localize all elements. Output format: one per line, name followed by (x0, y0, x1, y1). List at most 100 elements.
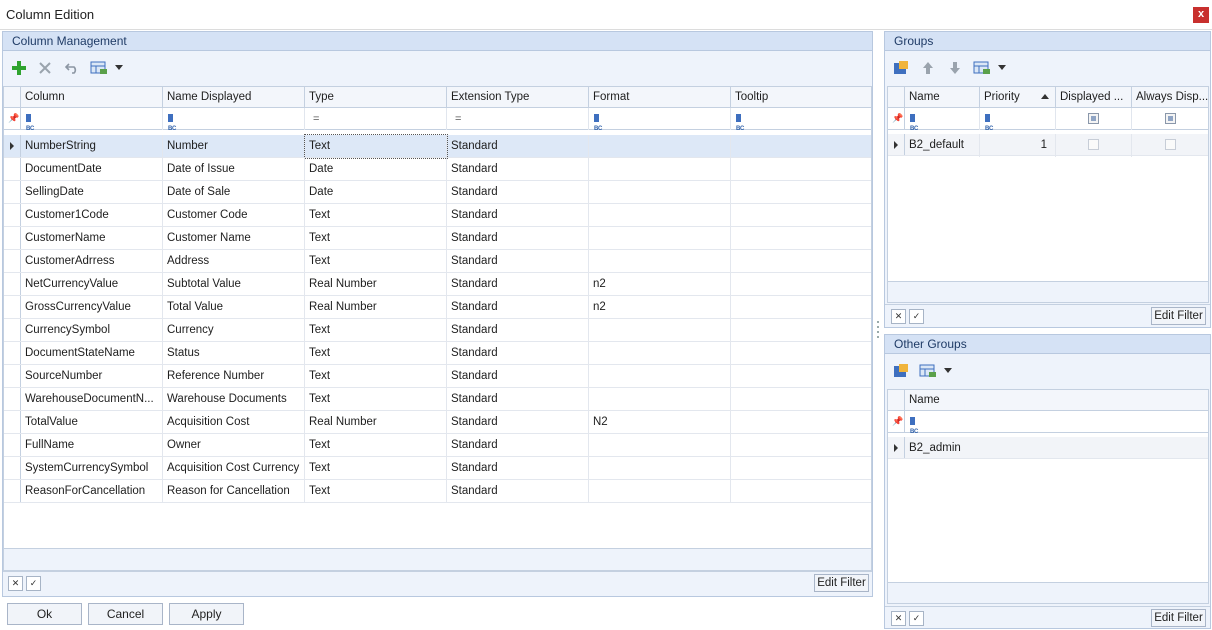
format-cell[interactable]: N2 (589, 411, 731, 434)
type-cell[interactable]: Text (305, 204, 447, 227)
table-row[interactable]: NumberString Number Text Standard (4, 134, 871, 159)
format-cell[interactable] (589, 342, 731, 365)
type-cell[interactable]: Text (304, 134, 448, 159)
tooltip-cell[interactable] (731, 411, 871, 434)
dropdown-arrow-icon[interactable] (939, 362, 957, 380)
tooltip-cell[interactable] (731, 273, 871, 296)
name-displayed-cell[interactable]: Customer Name (163, 227, 305, 250)
type-cell[interactable]: Real Number (305, 296, 447, 319)
name-displayed-cell[interactable]: Owner (163, 434, 305, 457)
table-row[interactable]: B2_default 1 (888, 134, 1208, 157)
header-name-displayed[interactable]: Name Displayed (163, 87, 305, 108)
tooltip-cell[interactable] (731, 388, 871, 411)
tooltip-cell[interactable] (731, 181, 871, 204)
type-cell[interactable]: Text (305, 227, 447, 250)
column-cell[interactable]: WarehouseDocumentN... (21, 388, 163, 411)
format-cell[interactable] (589, 457, 731, 480)
table-row[interactable]: ReasonForCancellation Reason for Cancella… (4, 480, 871, 503)
column-cell[interactable]: DocumentDate (21, 158, 163, 181)
column-cell[interactable]: ReasonForCancellation (21, 480, 163, 503)
filter-enabled-checkbox[interactable]: ✓ (26, 576, 41, 591)
displayed-checkbox[interactable] (1088, 139, 1099, 150)
table-row[interactable]: CustomerName Customer Name Text Standard (4, 227, 871, 250)
column-cell[interactable]: Customer1Code (21, 204, 163, 227)
type-cell[interactable]: Text (305, 342, 447, 365)
extension-type-cell[interactable]: Standard (447, 457, 589, 480)
format-cell[interactable] (589, 158, 731, 181)
type-cell[interactable]: Text (305, 388, 447, 411)
name-displayed-cell[interactable]: Warehouse Documents (163, 388, 305, 411)
type-cell[interactable]: Text (305, 365, 447, 388)
filter-type[interactable]: = (305, 108, 447, 130)
always-displayed-checkbox[interactable] (1165, 139, 1176, 150)
assign-group-icon[interactable] (892, 362, 910, 380)
header-displayed[interactable]: Displayed ... (1056, 87, 1132, 108)
header-type[interactable]: Type (305, 87, 447, 108)
format-cell[interactable] (589, 434, 731, 457)
move-down-icon[interactable] (946, 59, 964, 77)
other-groups-edit-filter-button[interactable]: Edit Filter (1151, 609, 1206, 627)
format-cell[interactable] (589, 250, 731, 273)
header-tooltip[interactable]: Tooltip (731, 87, 871, 108)
table-row[interactable]: SystemCurrencySymbol Acquisition Cost Cur… (4, 457, 871, 480)
displayed-filter-checkbox[interactable] (1088, 113, 1099, 124)
header-name[interactable]: Name (905, 390, 1208, 411)
table-row[interactable]: SourceNumber Reference Number Text Standard (4, 365, 871, 388)
name-displayed-cell[interactable]: Subtotal Value (163, 273, 305, 296)
grid-layout-icon[interactable] (973, 59, 991, 77)
column-cell[interactable]: DocumentStateName (21, 342, 163, 365)
clear-filter-icon[interactable]: ✕ (8, 576, 23, 591)
format-cell[interactable] (589, 135, 731, 158)
name-displayed-cell[interactable]: Currency (163, 319, 305, 342)
tooltip-cell[interactable] (731, 135, 871, 158)
filter-always[interactable] (1132, 108, 1208, 130)
name-displayed-cell[interactable]: Reason for Cancellation (163, 480, 305, 503)
column-cell[interactable]: SellingDate (21, 181, 163, 204)
dropdown-arrow-icon[interactable] (110, 59, 128, 77)
extension-type-cell[interactable]: Standard (447, 319, 589, 342)
name-displayed-cell[interactable]: Date of Sale (163, 181, 305, 204)
filter-tooltip[interactable]: BC (731, 108, 871, 132)
table-row[interactable]: DocumentDate Date of Issue Date Standard (4, 158, 871, 181)
extension-type-cell[interactable]: Standard (447, 227, 589, 250)
column-cell[interactable]: TotalValue (21, 411, 163, 434)
assign-group-icon[interactable] (892, 59, 910, 77)
tooltip-cell[interactable] (731, 250, 871, 273)
format-cell[interactable] (589, 181, 731, 204)
table-row[interactable]: CustomerAdrress Address Text Standard (4, 250, 871, 273)
filter-group-name[interactable]: BC (905, 108, 980, 132)
table-row[interactable]: SellingDate Date of Sale Date Standard (4, 181, 871, 204)
type-cell[interactable]: Real Number (305, 411, 447, 434)
name-displayed-cell[interactable]: Customer Code (163, 204, 305, 227)
filter-priority[interactable]: BC (980, 108, 1056, 132)
extension-type-cell[interactable]: Standard (447, 434, 589, 457)
column-cell[interactable]: CurrencySymbol (21, 319, 163, 342)
column-cell[interactable]: NumberString (21, 135, 163, 158)
group-priority-cell[interactable]: 1 (980, 134, 1056, 157)
ok-button[interactable]: Ok (7, 603, 82, 625)
name-displayed-cell[interactable]: Total Value (163, 296, 305, 319)
filter-column[interactable]: BC (21, 108, 163, 132)
tooltip-cell[interactable] (731, 296, 871, 319)
extension-type-cell[interactable]: Standard (447, 296, 589, 319)
column-cell[interactable]: NetCurrencyValue (21, 273, 163, 296)
header-column[interactable]: Column (21, 87, 163, 108)
type-cell[interactable]: Text (305, 250, 447, 273)
name-displayed-cell[interactable]: Acquisition Cost (163, 411, 305, 434)
extension-type-cell[interactable]: Standard (447, 342, 589, 365)
apply-button[interactable]: Apply (169, 603, 244, 625)
group-always-cell[interactable] (1132, 134, 1208, 157)
filter-extension-type[interactable]: = (447, 108, 589, 130)
name-displayed-cell[interactable]: Number (163, 135, 305, 158)
format-cell[interactable]: n2 (589, 273, 731, 296)
filter-enabled-checkbox[interactable]: ✓ (909, 611, 924, 626)
type-cell[interactable]: Date (305, 158, 447, 181)
type-cell[interactable]: Text (305, 457, 447, 480)
filter-enabled-checkbox[interactable]: ✓ (909, 309, 924, 324)
type-cell[interactable]: Text (305, 319, 447, 342)
tooltip-cell[interactable] (731, 480, 871, 503)
filter-format[interactable]: BC (589, 108, 731, 132)
extension-type-cell[interactable]: Standard (447, 273, 589, 296)
extension-type-cell[interactable]: Standard (447, 480, 589, 503)
column-cell[interactable]: SystemCurrencySymbol (21, 457, 163, 480)
